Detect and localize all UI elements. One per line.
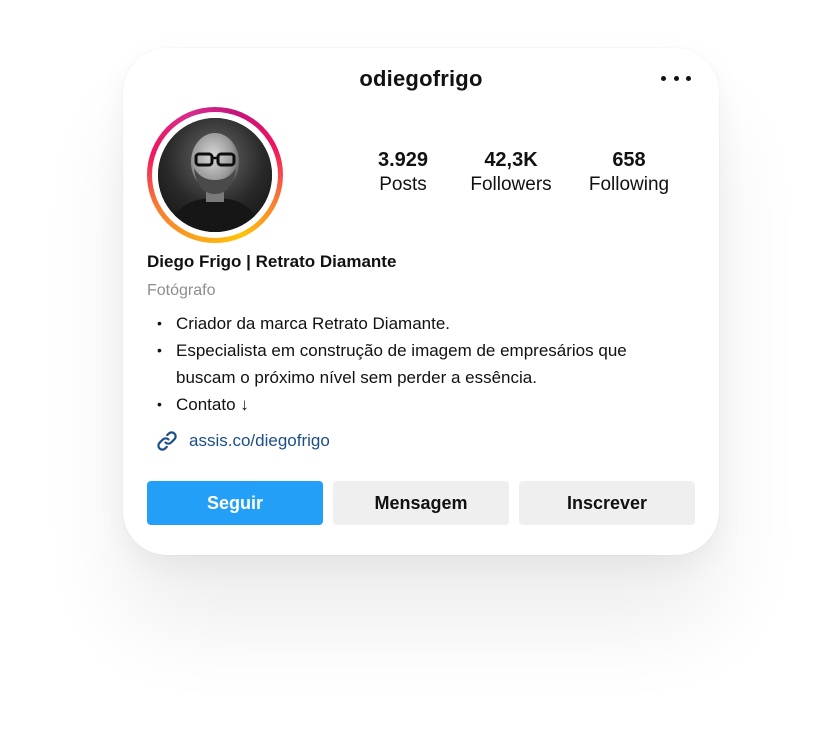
message-button[interactable]: Mensagem xyxy=(333,481,509,525)
story-ring[interactable] xyxy=(147,107,283,243)
profile-card: odiegofrigo 3.929 Posts 42,3K Followers … xyxy=(123,48,719,555)
more-dot xyxy=(673,75,679,81)
avatar xyxy=(158,118,272,232)
profile-username: odiegofrigo xyxy=(359,66,483,91)
profile-actions: Seguir Mensagem Inscrever xyxy=(147,481,695,525)
stat-followers[interactable]: 42,3K Followers xyxy=(455,148,567,198)
profile-link-text[interactable]: assis.co/diegofrigo xyxy=(189,431,330,451)
bio-line: Contato ↓ xyxy=(157,391,677,418)
avatar-border xyxy=(152,112,278,238)
stat-posts[interactable]: 3.929 Posts xyxy=(351,148,455,198)
avatar-portrait xyxy=(158,118,272,232)
stat-value: 42,3K xyxy=(484,149,538,171)
profile-category: Fotógrafo xyxy=(147,282,216,299)
profile-stats: 3.929 Posts 42,3K Followers 658 Followin… xyxy=(351,148,691,198)
more-options-icon[interactable] xyxy=(661,66,691,90)
stat-label: Following xyxy=(588,174,670,195)
link-icon xyxy=(157,431,177,451)
profile-full-name: Diego Frigo | Retrato Diamante xyxy=(147,252,397,271)
page: odiegofrigo 3.929 Posts 42,3K Followers … xyxy=(0,0,840,749)
bio-line: Criador da marca Retrato Diamante. xyxy=(157,310,677,337)
stat-value: 3.929 xyxy=(377,149,429,171)
stat-label: Followers xyxy=(470,174,552,195)
more-dot xyxy=(686,75,691,81)
subscribe-button[interactable]: Inscrever xyxy=(519,481,695,525)
profile-link[interactable]: assis.co/diegofrigo xyxy=(155,429,330,453)
more-dot xyxy=(661,75,666,81)
profile-bio: Criador da marca Retrato Diamante. Espec… xyxy=(157,310,677,418)
stat-label: Posts xyxy=(379,174,427,195)
stat-value: 658 xyxy=(612,149,646,171)
bio-line: Especialista em construção de imagem de … xyxy=(157,337,677,391)
stat-following[interactable]: 658 Following xyxy=(567,148,691,198)
follow-button[interactable]: Seguir xyxy=(147,481,323,525)
